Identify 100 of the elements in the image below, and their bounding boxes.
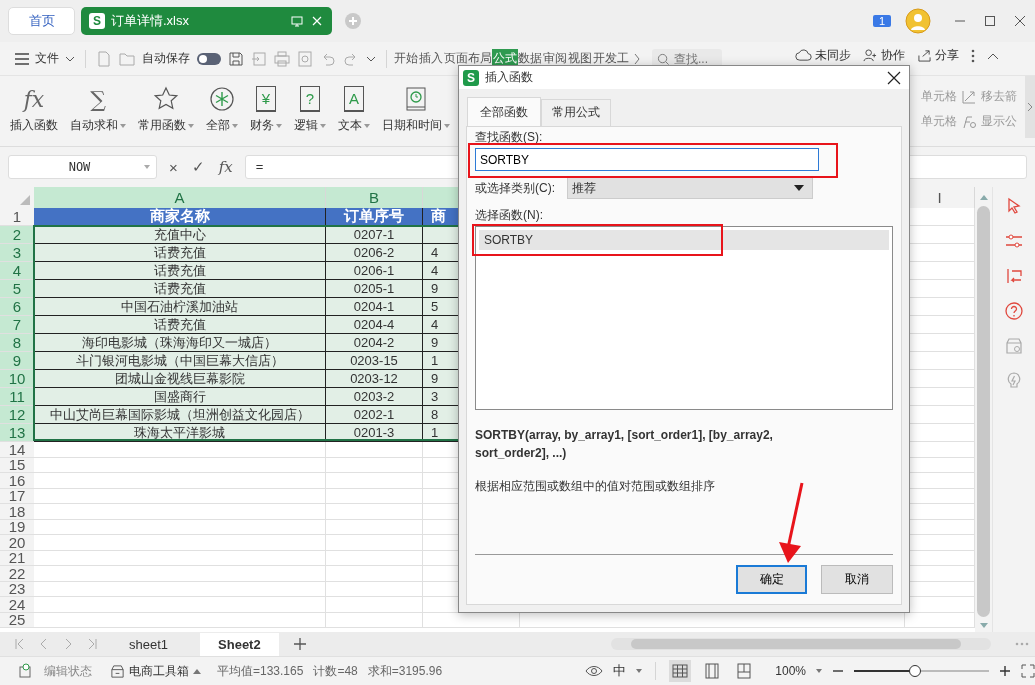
- share-button[interactable]: 分享: [917, 47, 959, 64]
- scrollbar-thumb[interactable]: [977, 206, 990, 617]
- add-sheet-icon[interactable]: [292, 637, 307, 651]
- ribbon-button[interactable]: ∑ 自动求和: [68, 86, 128, 134]
- ribbon-tab[interactable]: 审阅: [542, 49, 568, 68]
- cursor-icon[interactable]: [1005, 197, 1023, 215]
- caret-icon[interactable]: [366, 55, 376, 62]
- column-header[interactable]: B: [326, 187, 423, 208]
- ribbon-button[interactable]: ? 逻辑: [292, 86, 328, 134]
- macro-icon[interactable]: [18, 663, 34, 679]
- row-header[interactable]: 4: [0, 262, 34, 280]
- row-header[interactable]: 22: [0, 566, 34, 582]
- save-icon[interactable]: [228, 50, 244, 67]
- preview-icon[interactable]: [297, 50, 313, 67]
- ribbon-tab[interactable]: 开始: [393, 49, 419, 68]
- close-icon[interactable]: [1014, 15, 1026, 27]
- dialog-tab[interactable]: 常用公式: [541, 99, 611, 126]
- row-header[interactable]: 1: [0, 208, 34, 226]
- ribbon-button[interactable]: A 文本: [336, 86, 372, 134]
- ribbon-button[interactable]: 日期和时间: [380, 86, 452, 134]
- collaborate-button[interactable]: 协作: [863, 47, 905, 64]
- more-icon[interactable]: [971, 48, 975, 63]
- sheet-tab[interactable]: sheet1: [111, 632, 187, 656]
- swap-icon[interactable]: [1005, 267, 1023, 285]
- row-header[interactable]: 3: [0, 244, 34, 262]
- column-header[interactable]: A: [34, 187, 326, 208]
- row-header[interactable]: 7: [0, 316, 34, 334]
- chevron-right-icon[interactable]: [633, 52, 641, 65]
- row-header[interactable]: 9: [0, 352, 34, 370]
- ribbon-button[interactable]: ¥ 财务: [248, 86, 284, 134]
- cancel-button[interactable]: 取消: [821, 565, 893, 594]
- cancel-button[interactable]: ×: [169, 158, 178, 176]
- row-header[interactable]: 24: [0, 597, 34, 613]
- ribbon-tab[interactable]: 数据: [517, 49, 543, 68]
- maximize-icon[interactable]: [984, 15, 996, 27]
- zoom-level[interactable]: 100%: [775, 664, 806, 678]
- scroll-up-icon[interactable]: [979, 195, 988, 200]
- category-dropdown[interactable]: 推荐: [567, 177, 813, 199]
- row-header[interactable]: 20: [0, 535, 34, 551]
- function-search-field[interactable]: SORTBY: [475, 148, 819, 171]
- row-header[interactable]: 13: [0, 424, 34, 442]
- ok-button[interactable]: 确定: [736, 565, 807, 594]
- autosave-toggle[interactable]: [197, 52, 221, 65]
- sheet-tab[interactable]: Sheet2: [200, 632, 279, 656]
- collapse-icon[interactable]: [987, 51, 999, 60]
- name-box[interactable]: NOW: [8, 155, 157, 179]
- row-header[interactable]: 5: [0, 280, 34, 298]
- toolbox-button[interactable]: 电商工具箱: [110, 662, 201, 680]
- row-header[interactable]: 11: [0, 388, 34, 406]
- shop-icon[interactable]: [1005, 337, 1023, 355]
- document-tab[interactable]: S 订单详情.xlsx: [81, 7, 332, 35]
- confirm-button[interactable]: ✓: [191, 158, 205, 176]
- ribbon-button[interactable]: 全部: [204, 86, 240, 134]
- monitor-icon[interactable]: [290, 14, 304, 28]
- ribbon-tab[interactable]: 视图: [567, 49, 593, 68]
- ribbon-button[interactable]: 常用函数: [136, 86, 196, 134]
- eye-icon[interactable]: [585, 664, 604, 678]
- row-header[interactable]: 10: [0, 370, 34, 388]
- dialog-tab[interactable]: 全部函数: [467, 97, 541, 126]
- help-icon[interactable]: [1005, 302, 1023, 320]
- row-header[interactable]: 14: [0, 442, 34, 458]
- horizontal-scrollbar[interactable]: [611, 638, 991, 650]
- input-method-button[interactable]: 中: [613, 662, 627, 680]
- first-sheet-icon[interactable]: [15, 638, 25, 650]
- formula-view-icon[interactable]: [961, 113, 977, 130]
- file-menu[interactable]: 文件: [15, 50, 75, 67]
- row-header[interactable]: 2: [0, 226, 34, 244]
- ribbon-tab[interactable]: 插入: [418, 49, 444, 68]
- sync-button[interactable]: 未同步: [795, 47, 851, 64]
- next-sheet-icon[interactable]: [63, 638, 73, 650]
- insert-function-button[interactable]: fx: [218, 158, 233, 176]
- row-header[interactable]: 16: [0, 473, 34, 489]
- new-document-icon[interactable]: [96, 50, 112, 67]
- row-header[interactable]: 12: [0, 406, 34, 424]
- home-tab[interactable]: 首页: [8, 7, 75, 35]
- caret-icon[interactable]: [816, 669, 822, 673]
- scroll-down-icon[interactable]: [979, 623, 988, 628]
- lightbulb-icon[interactable]: [1005, 372, 1023, 390]
- view-mode-button[interactable]: [669, 660, 692, 682]
- ribbon-tab[interactable]: 开发工: [592, 49, 630, 68]
- ribbon-tab[interactable]: 页面布局: [443, 49, 493, 68]
- row-header[interactable]: 6: [0, 298, 34, 316]
- avatar-icon[interactable]: [905, 8, 931, 34]
- print-icon[interactable]: [274, 50, 290, 67]
- folder-icon[interactable]: [119, 50, 135, 67]
- fullscreen-icon[interactable]: [1021, 664, 1035, 678]
- function-item[interactable]: SORTBY: [479, 230, 889, 250]
- new-tab-icon[interactable]: [344, 12, 362, 30]
- previous-sheet-icon[interactable]: [39, 638, 49, 650]
- export-icon[interactable]: [251, 50, 267, 67]
- arrow-remove-icon[interactable]: [961, 88, 977, 105]
- zoom-in-icon[interactable]: [999, 665, 1011, 677]
- notification-badge[interactable]: 1: [872, 15, 891, 27]
- sliders-icon[interactable]: [1005, 232, 1023, 250]
- row-header[interactable]: 18: [0, 504, 34, 520]
- caret-icon[interactable]: [636, 669, 643, 673]
- last-sheet-icon[interactable]: [87, 638, 97, 650]
- close-icon[interactable]: [887, 70, 901, 85]
- row-header[interactable]: 8: [0, 334, 34, 352]
- ribbon-button[interactable]: fx 插入函数: [8, 86, 60, 134]
